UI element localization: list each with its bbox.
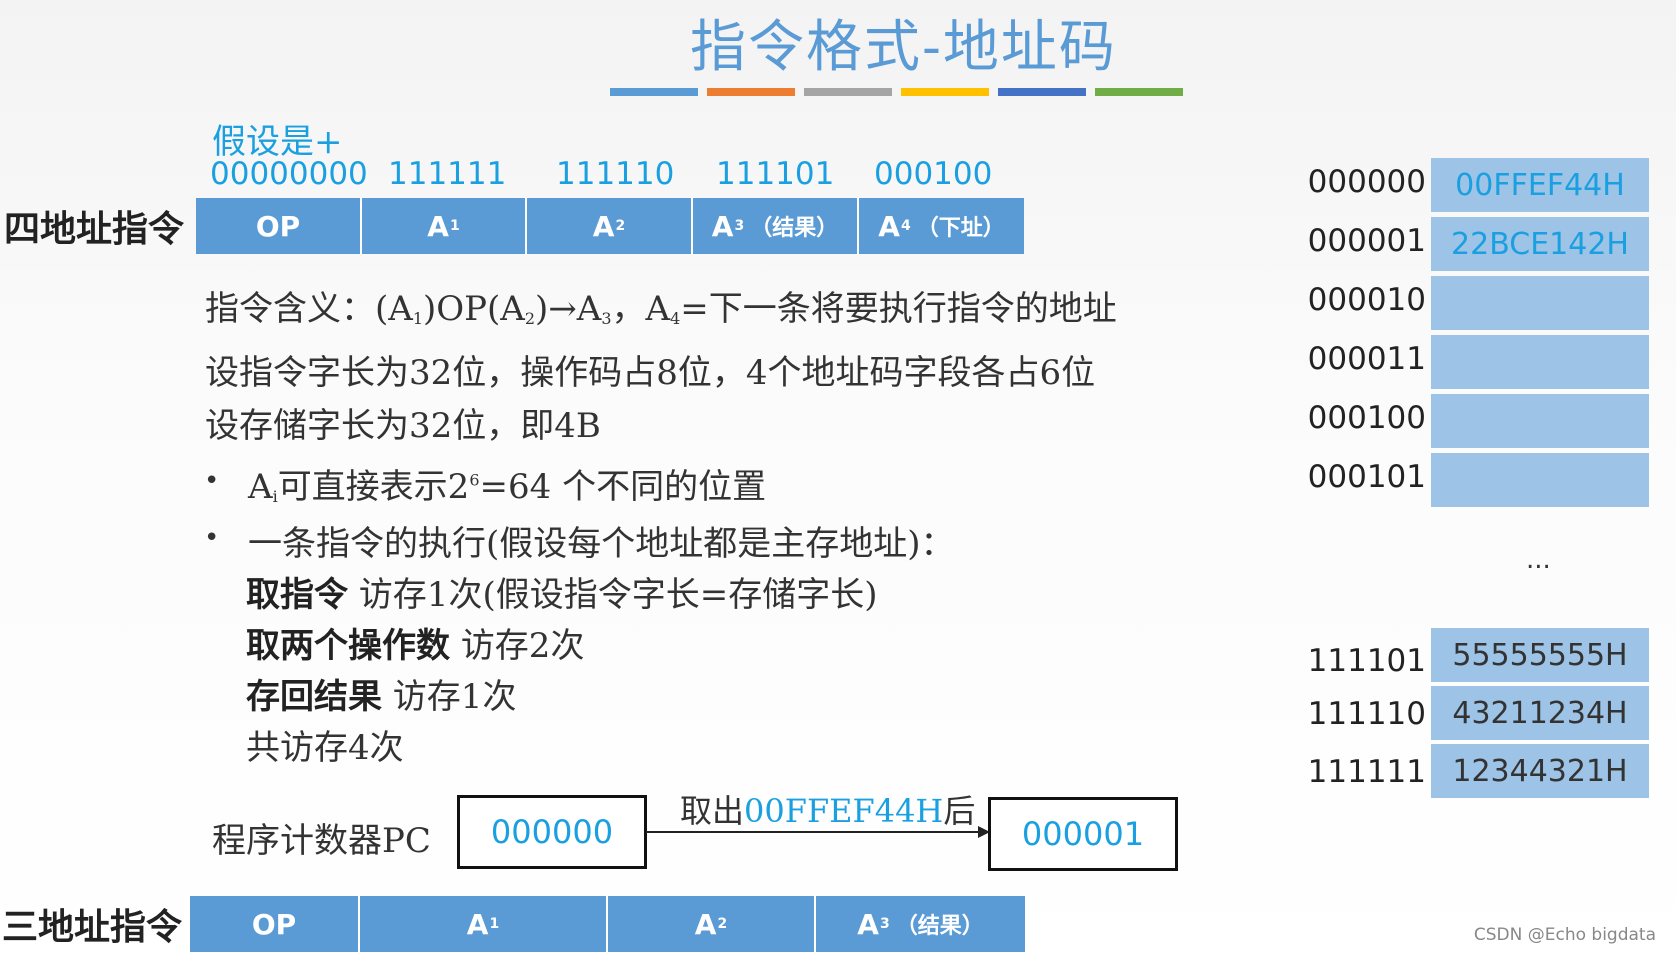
memory-address: 000100 — [1307, 400, 1426, 436]
bullet1-a: A — [248, 467, 273, 507]
field3-a1: A1 — [360, 896, 608, 952]
accent-bar-6 — [1095, 88, 1183, 96]
memory-address: 000101 — [1307, 459, 1426, 495]
binary-a3: 111101 — [716, 156, 835, 192]
field-a2-label: A — [592, 209, 615, 243]
field3-op-label: OP — [251, 907, 297, 941]
meaning-sub-3: 3 — [601, 309, 612, 328]
three-address-label: 三地址指令 — [2, 906, 183, 948]
step1-bold: 取指令 — [246, 575, 348, 615]
field-a1-sub: 1 — [449, 218, 460, 234]
meaning-suffix: =下一条将要执行指令的地址 — [680, 289, 1117, 329]
binary-op: 00000000 — [210, 156, 368, 192]
accent-bar-3 — [804, 88, 892, 96]
field-a3: A 3 （结果） — [693, 198, 859, 254]
field3-a2-label: A — [694, 907, 717, 941]
bullet-address-range: Ai可直接表示26=64 个不同的位置 — [248, 459, 766, 508]
field-a2-sub: 2 — [615, 218, 626, 234]
field-a4-label: A — [878, 209, 900, 243]
step2-bold: 取两个操作数 — [246, 626, 450, 666]
accent-bar-1 — [610, 88, 698, 96]
memory-cell — [1431, 335, 1649, 389]
pc-before-box: 000000 — [457, 795, 647, 869]
meaning-mid-3: ，A — [611, 289, 671, 329]
binary-a2: 111110 — [556, 156, 675, 192]
bullet-dot-1: • — [204, 466, 220, 496]
bullet1-rest: =64 个不同的位置 — [479, 467, 767, 507]
field-op: OP — [196, 198, 362, 254]
field3-op: OP — [190, 896, 360, 952]
field-a3-sub: 3 — [734, 218, 745, 234]
meaning-sub-2: 2 — [524, 309, 536, 328]
pc-after-box: 000001 — [988, 797, 1178, 871]
watermark: CSDN @Echo bigdata — [1473, 925, 1656, 945]
step-fetch-operands: 取两个操作数 访存2次 — [246, 618, 584, 667]
accent-bar-4 — [901, 88, 989, 96]
bullet1-sup: 6 — [469, 470, 480, 490]
page-title: 指令格式-地址码 — [690, 15, 1117, 80]
storage-word-text: 设存储字长为32位，即4B — [205, 406, 601, 446]
binary-a4: 000100 — [874, 156, 993, 192]
step3-bold: 存回结果 — [246, 677, 382, 717]
step3-text: 访存1次 — [382, 677, 517, 717]
memory-address: 000000 — [1307, 164, 1426, 200]
step1-text: 访存1次(假设指令字长=存储字长) — [348, 575, 878, 615]
field3-a2: A2 — [608, 896, 816, 952]
field3-a2-sub: 2 — [717, 916, 728, 932]
field3-a3-sub: 3 — [879, 916, 890, 932]
memory-ellipsis: ... — [1526, 545, 1551, 575]
step-store-result: 存回结果 访存1次 — [246, 669, 516, 718]
memory-cell — [1431, 453, 1649, 507]
memory-cell: 12344321H — [1431, 744, 1649, 798]
meaning-prefix: 指令含义：(A — [205, 289, 413, 329]
field-a3-label: A — [711, 209, 734, 243]
bullet1-mid: 可直接表示2 — [277, 467, 470, 507]
bullet-execution: 一条指令的执行(假设每个地址都是主存地址)： — [248, 524, 955, 564]
meaning-mid-2: )→A — [535, 289, 602, 329]
step2-text: 访存2次 — [450, 626, 585, 666]
memory-cell: 43211234H — [1431, 686, 1649, 740]
memory-cell — [1431, 394, 1649, 448]
memory-cell: 22BCE142H — [1431, 217, 1649, 271]
memory-address: 000011 — [1307, 341, 1426, 377]
binary-a1: 111111 — [388, 156, 507, 192]
field-a4-sub: 4 — [900, 218, 911, 234]
memory-address: 000001 — [1307, 223, 1426, 259]
field-a3-note: （结果） — [750, 215, 839, 241]
step-fetch-instruction: 取指令 访存1次(假设指令字长=存储字长) — [246, 567, 877, 616]
instruction-length-text: 设指令字长为32位，操作码占8位，4个地址码字段各占6位 — [205, 353, 1096, 393]
accent-bar-2 — [707, 88, 795, 96]
pc-arrow — [646, 826, 990, 838]
field3-a3-label: A — [857, 907, 879, 941]
field3-a3-note: （结果） — [895, 913, 984, 939]
field3-a3: A 3 （结果） — [816, 896, 1025, 952]
field-op-label: OP — [255, 209, 301, 243]
memory-address: 000010 — [1307, 282, 1426, 318]
memory-cell: 00FFEF44H — [1431, 158, 1649, 212]
pc-label: 程序计数器PC — [212, 821, 431, 861]
four-address-label: 四地址指令 — [4, 208, 185, 250]
memory-address: 111111 — [1307, 754, 1426, 790]
field-a1-label: A — [427, 209, 449, 243]
field-a2: A2 — [527, 198, 693, 254]
field3-a1-label: A — [466, 907, 489, 941]
bullet-dot-2: • — [204, 523, 220, 553]
memory-address: 111101 — [1307, 643, 1426, 679]
meaning-sub-4: 4 — [670, 309, 681, 328]
accent-bars — [610, 88, 1185, 96]
meaning-sub-1: 1 — [412, 309, 424, 328]
accent-bar-5 — [998, 88, 1086, 96]
memory-cell: 55555555H — [1431, 628, 1649, 682]
field-a4-note: （下址） — [916, 215, 1005, 241]
step-total: 共访存4次 — [246, 720, 404, 769]
step4-text: 共访存4次 — [246, 728, 404, 768]
field-a1: A1 — [362, 198, 527, 254]
meaning-mid-1: )OP(A — [423, 289, 525, 329]
memory-address: 111110 — [1307, 696, 1426, 732]
field-a4: A 4 （下址） — [859, 198, 1024, 254]
field3-a1-sub: 1 — [489, 916, 500, 932]
memory-cell — [1431, 276, 1649, 330]
instruction-meaning: 指令含义：(A1)OP(A2)→A3，A4=下一条将要执行指令的地址 — [205, 281, 1117, 330]
